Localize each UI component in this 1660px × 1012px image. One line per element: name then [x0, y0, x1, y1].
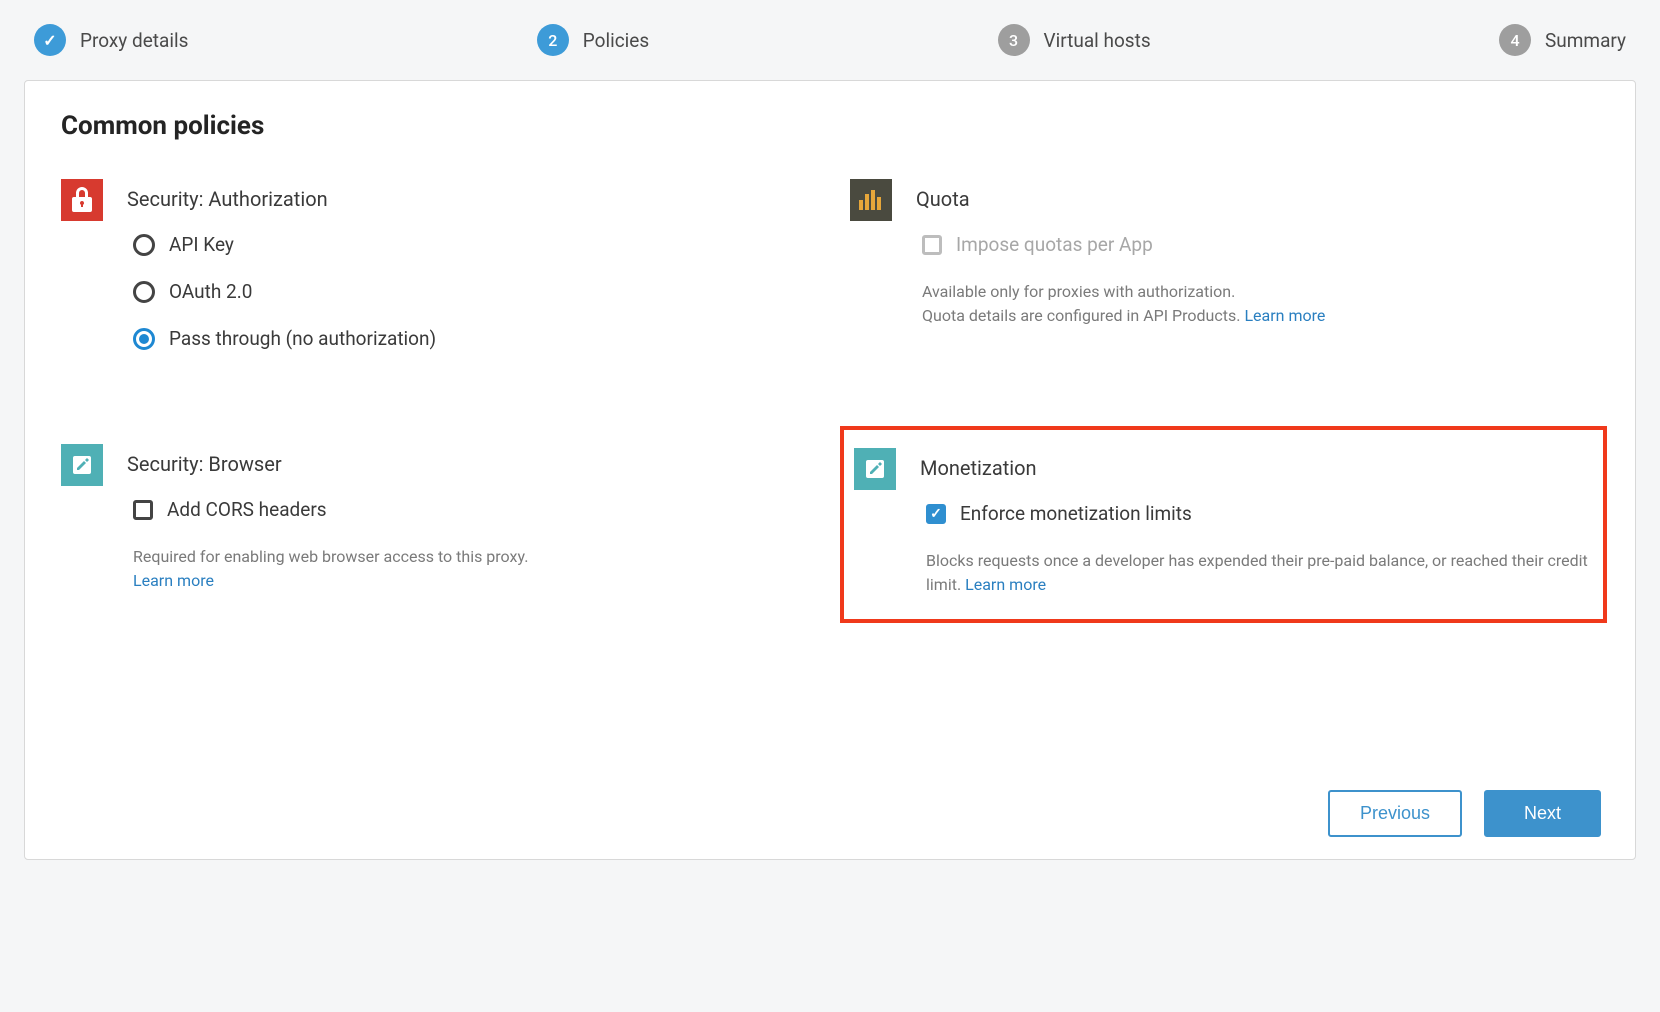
step-summary[interactable]: 4 Summary — [1499, 24, 1626, 56]
bar-chart-icon — [850, 179, 892, 221]
next-button[interactable]: Next — [1484, 790, 1601, 837]
step-number: 2 — [537, 24, 569, 56]
radio-icon — [133, 328, 155, 350]
policies-panel: Common policies Security: Authorization … — [24, 80, 1636, 860]
radio-passthrough[interactable]: Pass through (no authorization) — [133, 327, 810, 350]
step-label: Virtual hosts — [1044, 29, 1151, 52]
checkbox-add-cors[interactable]: Add CORS headers — [133, 498, 810, 521]
step-number: 4 — [1499, 24, 1531, 56]
radio-icon — [133, 234, 155, 256]
check-icon — [34, 24, 66, 56]
step-number: 3 — [998, 24, 1030, 56]
radio-oauth[interactable]: OAuth 2.0 — [133, 280, 810, 303]
policy-monetization: Monetization Enforce monetization limits… — [854, 448, 1595, 597]
help-text: Available only for proxies with authoriz… — [916, 280, 1599, 328]
step-virtual-hosts[interactable]: 3 Virtual hosts — [998, 24, 1151, 56]
learn-more-link[interactable]: Learn more — [965, 575, 1046, 594]
previous-button[interactable]: Previous — [1328, 790, 1462, 837]
policy-heading: Security: Browser — [127, 452, 810, 476]
checkbox-label: Enforce monetization limits — [960, 502, 1192, 525]
step-policies[interactable]: 2 Policies — [537, 24, 649, 56]
step-proxy-details[interactable]: Proxy details — [34, 24, 188, 56]
radio-api-key[interactable]: API Key — [133, 233, 810, 256]
checkbox-icon — [922, 235, 942, 255]
learn-more-link[interactable]: Learn more — [133, 571, 214, 590]
radio-label: OAuth 2.0 — [169, 280, 252, 303]
panel-title: Common policies — [61, 111, 1599, 141]
pencil-icon — [61, 444, 103, 486]
checkbox-impose-quotas: Impose quotas per App — [922, 233, 1599, 256]
help-text: Blocks requests once a developer has exp… — [920, 549, 1595, 597]
step-label: Summary — [1545, 29, 1626, 52]
checkbox-icon — [133, 500, 153, 520]
footer-buttons: Previous Next — [1328, 790, 1601, 837]
wizard-stepper: Proxy details 2 Policies 3 Virtual hosts… — [24, 24, 1636, 80]
step-label: Policies — [583, 29, 649, 52]
lock-icon — [61, 179, 103, 221]
radio-label: API Key — [169, 233, 234, 256]
radio-icon — [133, 281, 155, 303]
radio-label: Pass through (no authorization) — [169, 327, 436, 350]
checkbox-icon — [926, 504, 946, 524]
checkbox-enforce-monetization[interactable]: Enforce monetization limits — [926, 502, 1595, 525]
step-label: Proxy details — [80, 29, 188, 52]
policy-quota: Quota Impose quotas per App Available on… — [850, 179, 1599, 374]
policy-heading: Quota — [916, 187, 1599, 211]
checkbox-label: Add CORS headers — [167, 498, 327, 521]
learn-more-link[interactable]: Learn more — [1244, 306, 1325, 325]
policy-heading: Monetization — [920, 456, 1595, 480]
pencil-icon — [854, 448, 896, 490]
checkbox-label: Impose quotas per App — [956, 233, 1153, 256]
monetization-highlight: Monetization Enforce monetization limits… — [840, 426, 1607, 623]
policy-security-browser: Security: Browser Add CORS headers Requi… — [61, 444, 810, 601]
policy-heading: Security: Authorization — [127, 187, 810, 211]
help-text: Required for enabling web browser access… — [127, 545, 810, 593]
policy-security-authorization: Security: Authorization API Key OAuth 2.… — [61, 179, 810, 374]
